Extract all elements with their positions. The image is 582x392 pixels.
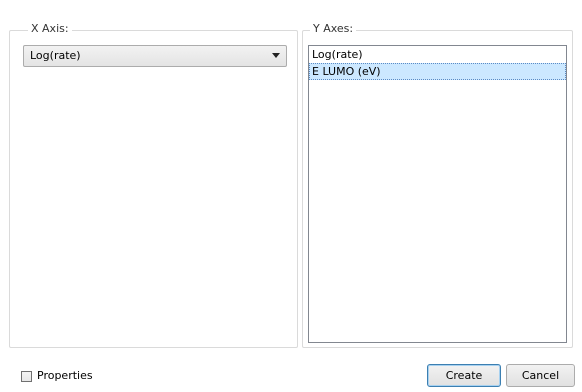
chevron-down-icon	[272, 53, 280, 58]
list-item-e-lumo[interactable]: E LUMO (eV)	[309, 63, 566, 80]
y-axes-listbox[interactable]: Log(rate) E LUMO (eV)	[308, 45, 567, 343]
properties-checkbox[interactable]	[21, 370, 32, 382]
list-item-log-rate[interactable]: Log(rate)	[309, 46, 566, 63]
x-axis-dropdown[interactable]: Log(rate)	[23, 45, 287, 67]
x-axis-group	[9, 30, 298, 348]
properties-checkbox-row[interactable]: Properties	[21, 368, 93, 384]
list-item-label: Log(rate)	[312, 48, 363, 61]
cancel-button[interactable]: Cancel	[506, 364, 575, 387]
list-item-label: E LUMO (eV)	[312, 65, 381, 78]
y-axes-label: Y Axes:	[310, 22, 357, 36]
x-axis-label: X Axis:	[28, 22, 72, 36]
x-axis-selected-value: Log(rate)	[30, 49, 81, 62]
create-button[interactable]: Create	[427, 364, 501, 387]
properties-label: Properties	[37, 369, 93, 382]
